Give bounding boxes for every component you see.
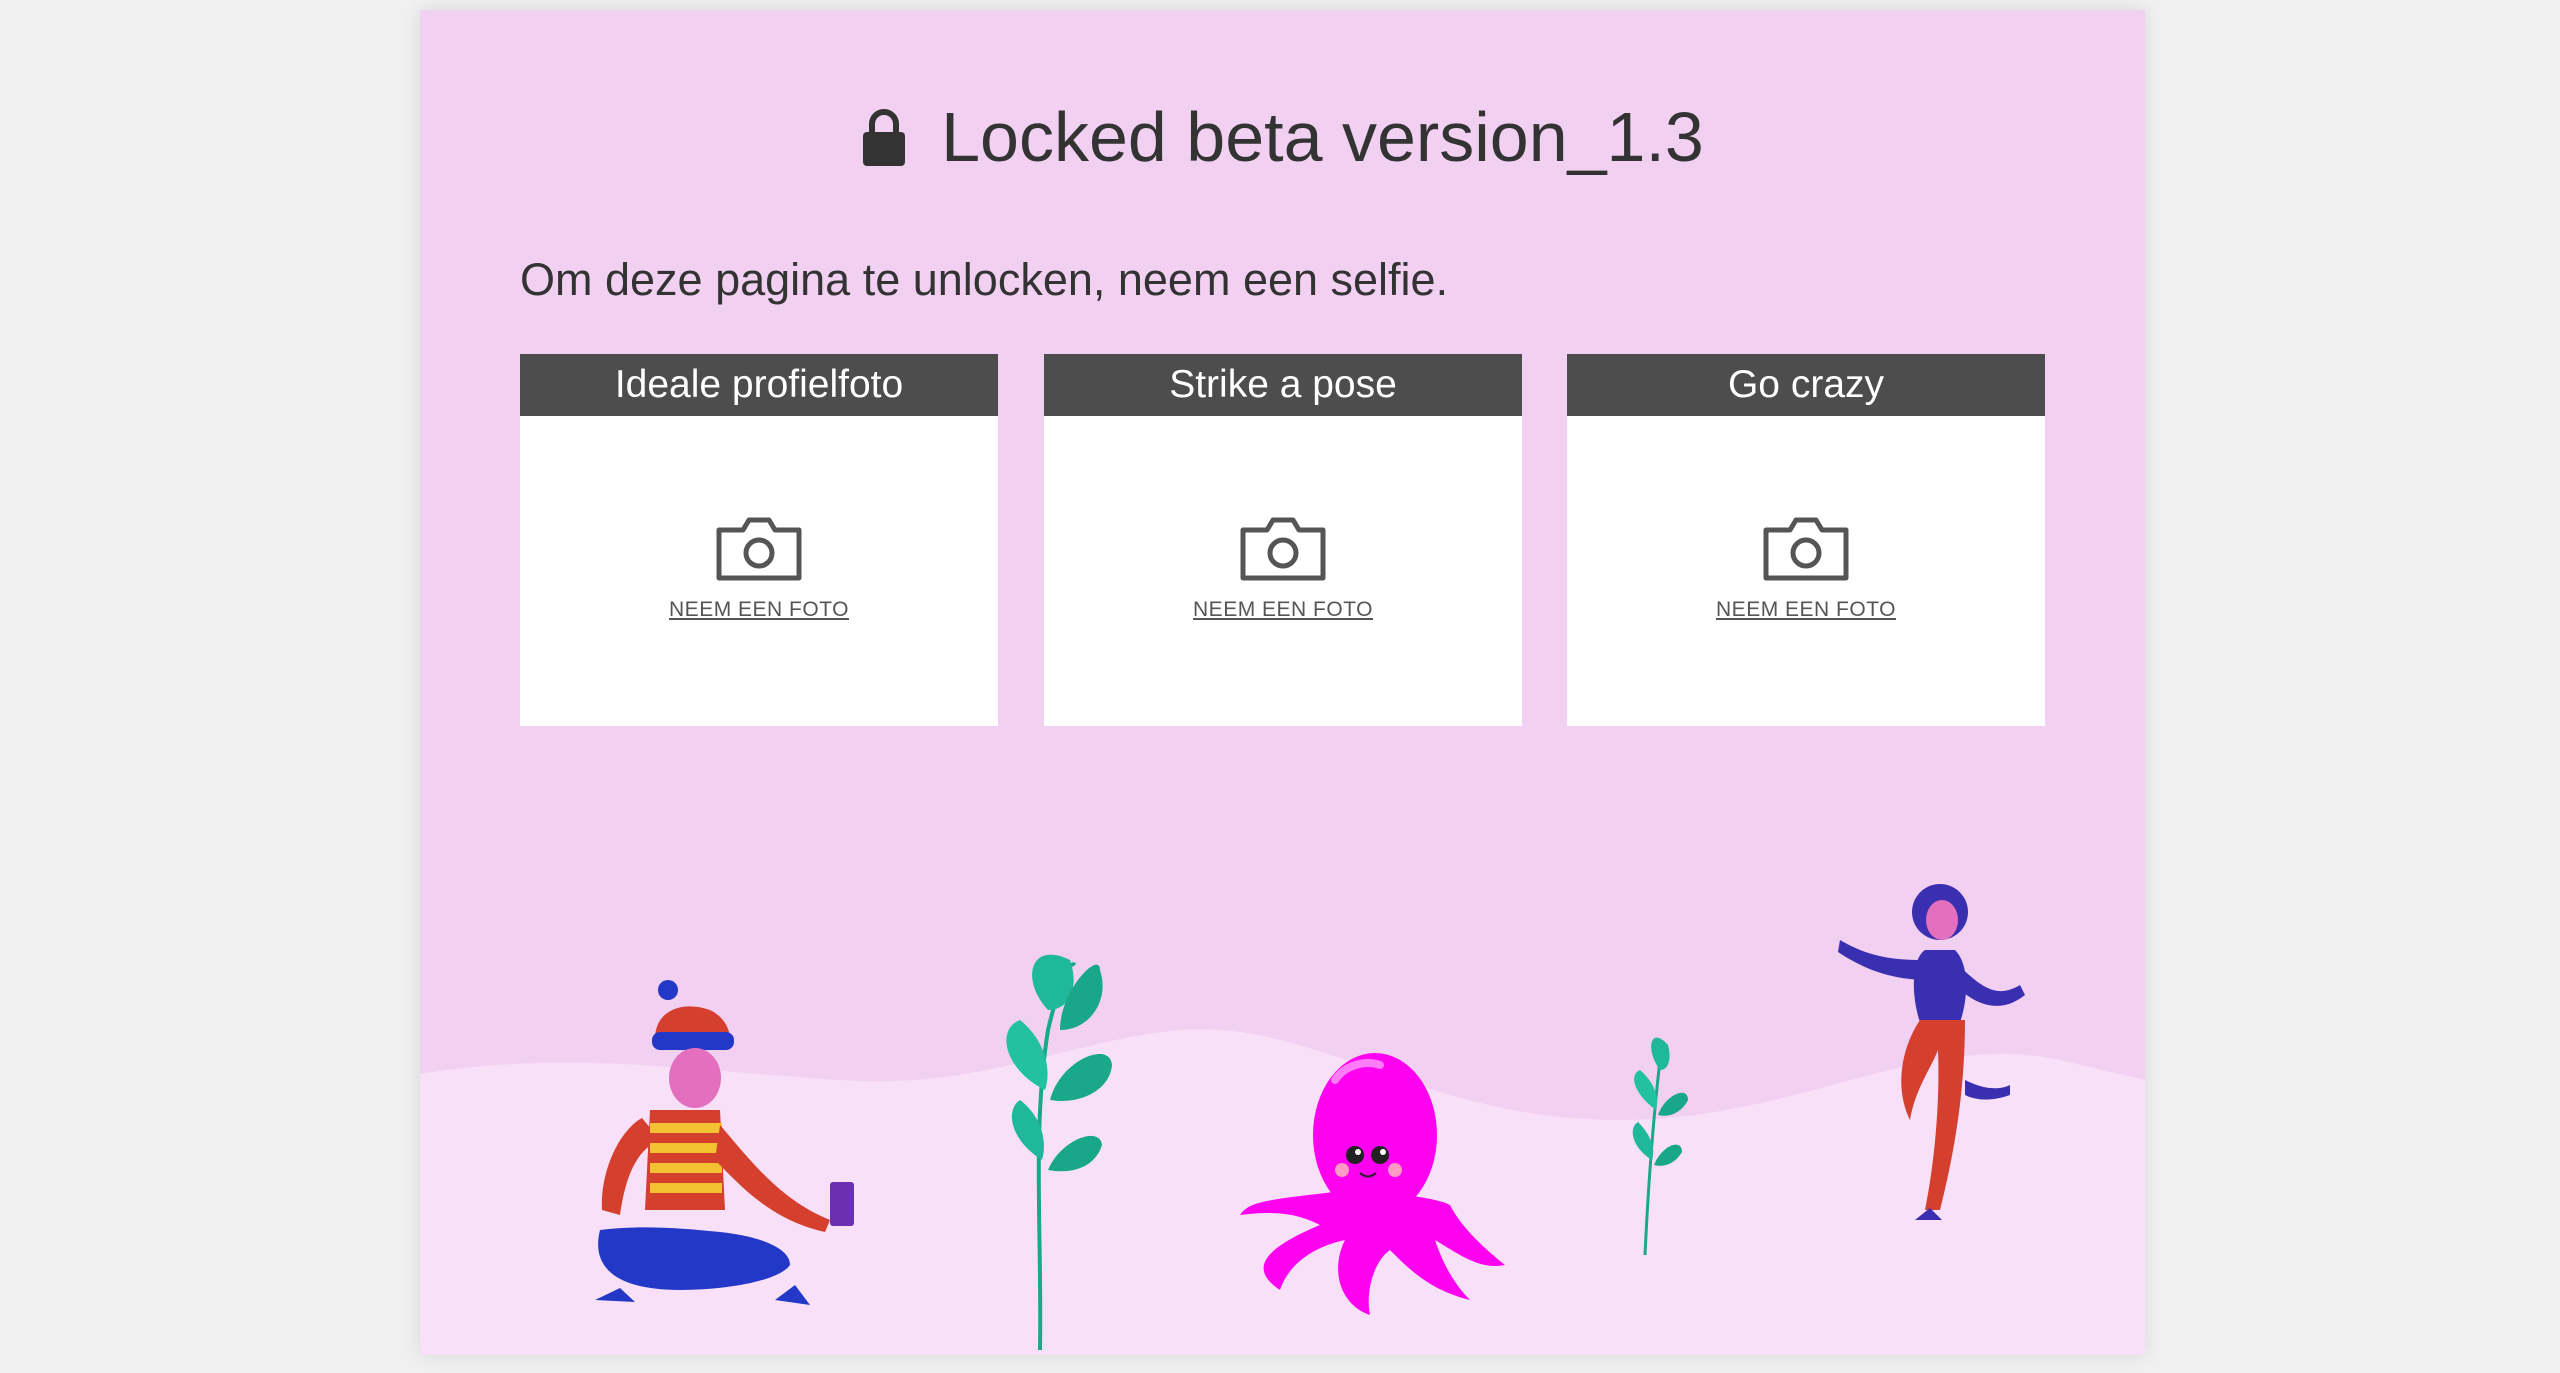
locked-page-panel: Locked beta version_1.3 Om deze pagina t… xyxy=(420,10,2145,1355)
decorative-illustration xyxy=(420,884,2145,1355)
